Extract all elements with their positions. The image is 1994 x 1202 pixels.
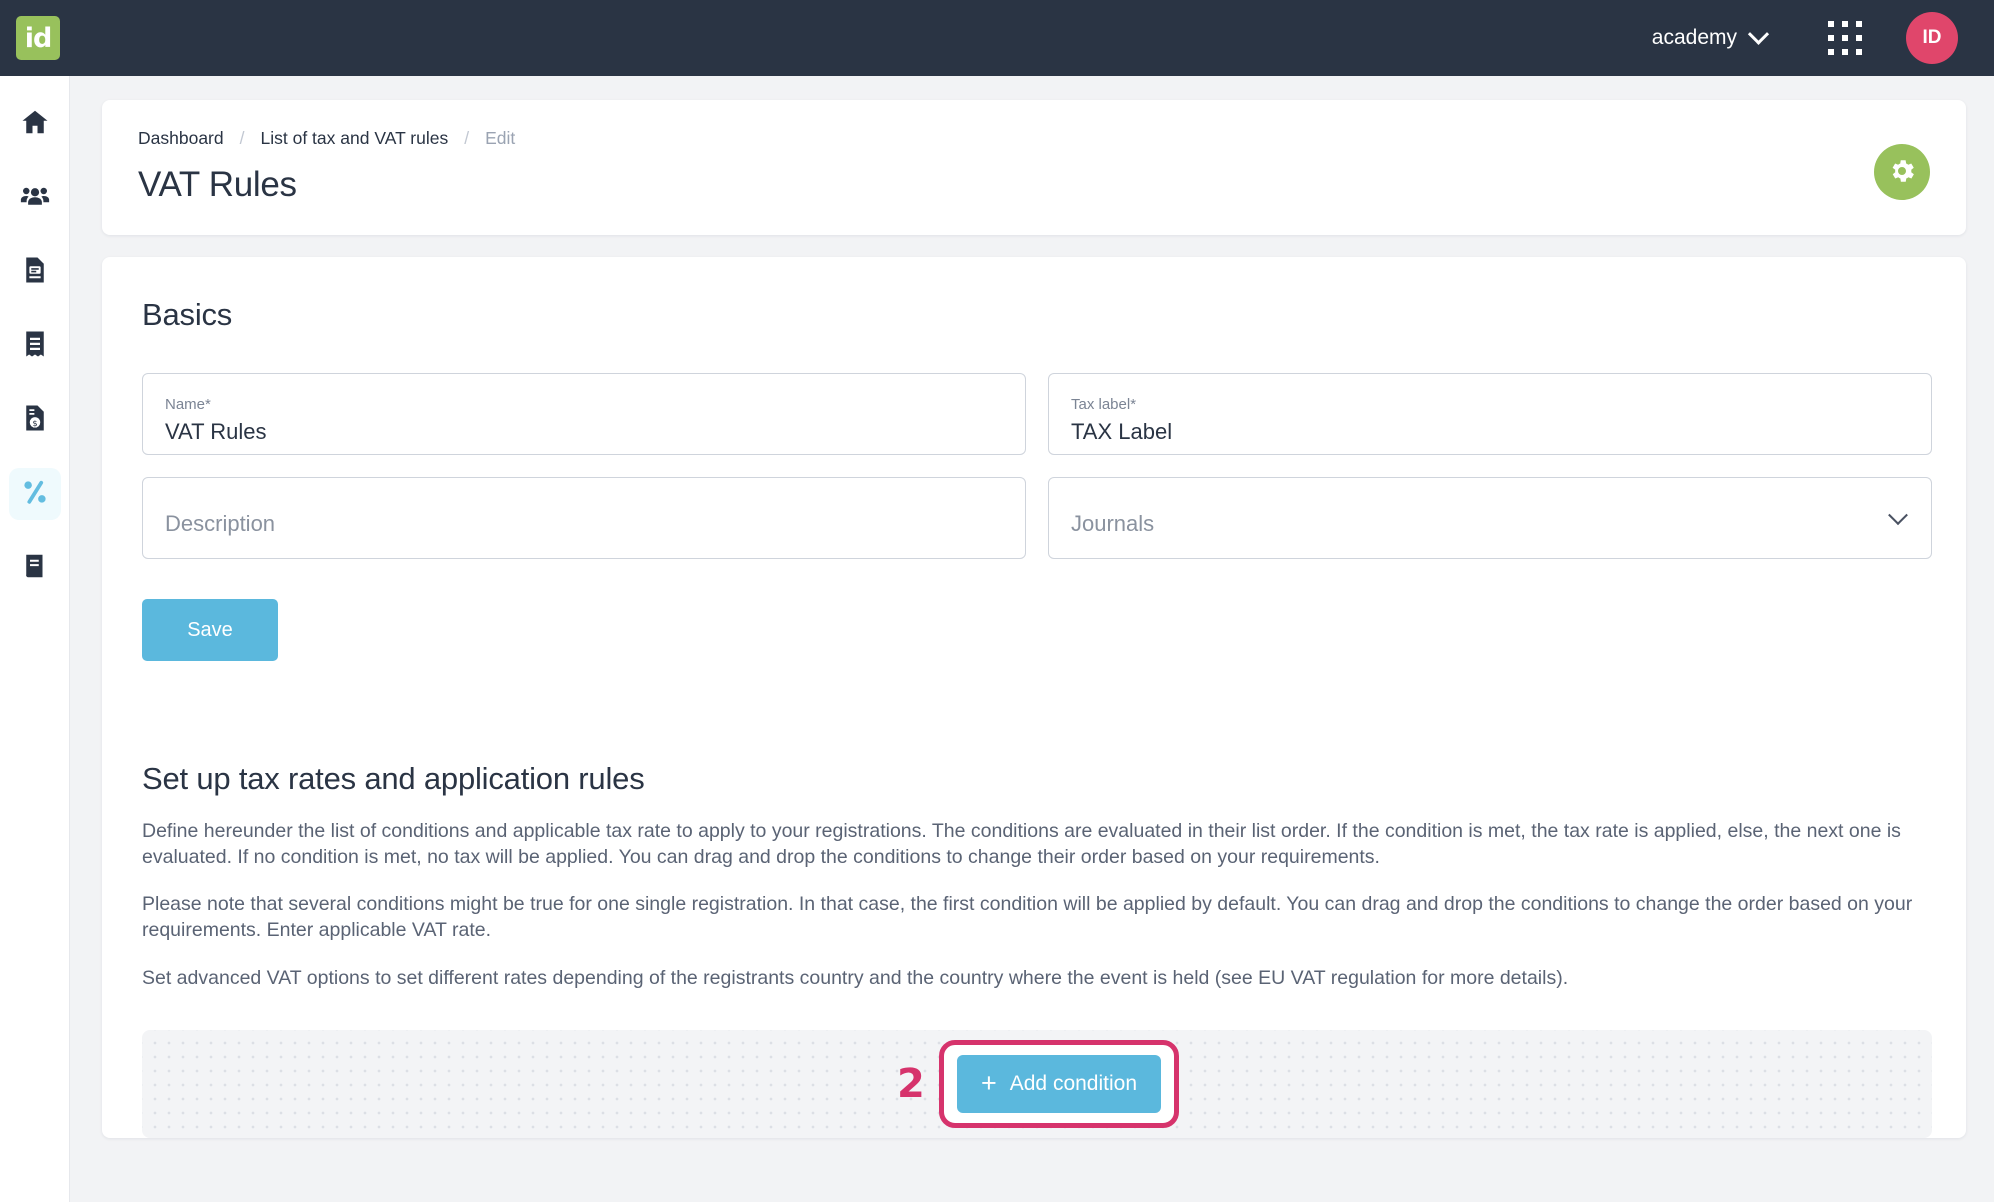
annotation-step-number: 2	[897, 1060, 925, 1107]
sidebar-item-documents[interactable]	[9, 246, 61, 298]
avatar[interactable]: ID	[1906, 12, 1958, 64]
gear-icon	[1887, 156, 1917, 189]
add-condition-button[interactable]: + Add condition	[957, 1054, 1161, 1113]
chevron-down-icon	[1747, 23, 1770, 45]
tax-rules-paragraph-3: Set advanced VAT options to set differen…	[142, 966, 1569, 989]
settings-gear-button[interactable]	[1874, 144, 1930, 200]
description-field[interactable]: Description	[142, 477, 1026, 559]
tax-label-field-label: Tax label*	[1071, 396, 1137, 414]
grid-dot	[1828, 35, 1834, 41]
conditions-dropzone[interactable]: 2 + Add condition	[142, 1029, 1932, 1138]
tax-label-field-value: TAX Label	[1071, 418, 1173, 444]
app-logo[interactable]: id	[16, 16, 60, 60]
grid-dot	[1856, 21, 1862, 27]
sidebar-item-contacts[interactable]	[9, 172, 61, 224]
percent-icon	[20, 477, 50, 512]
grid-dot	[1828, 49, 1834, 55]
breadcrumb-list-of-tax-and-vat-rules[interactable]: List of tax and VAT rules	[261, 128, 449, 149]
grid-dot	[1842, 21, 1848, 27]
breadcrumb-dashboard[interactable]: Dashboard	[138, 128, 224, 149]
users-icon	[20, 181, 50, 216]
page-content: Dashboard / List of tax and VAT rules / …	[70, 76, 1994, 1202]
page-header-card: Dashboard / List of tax and VAT rules / …	[102, 100, 1966, 235]
file-dollar-icon: $	[20, 403, 50, 438]
basics-form: Name* VAT Rules Tax label* TAX Label Des…	[142, 373, 1932, 559]
breadcrumb-separator: /	[239, 128, 245, 148]
topbar-right-group: academy ID	[1642, 12, 1994, 64]
file-invoice-icon	[20, 255, 50, 290]
grid-dot	[1842, 35, 1848, 41]
add-condition-highlight: + Add condition	[939, 1039, 1179, 1128]
grid-dot	[1828, 21, 1834, 27]
name-field[interactable]: Name* VAT Rules	[142, 373, 1026, 455]
receipt-icon	[20, 329, 50, 364]
sidebar-item-billing[interactable]: $	[9, 394, 61, 446]
grid-dot	[1842, 49, 1848, 55]
tax-rules-heading: Set up tax rates and application rules	[142, 761, 645, 796]
tax-rules-paragraph-1: Define hereunder the list of conditions …	[142, 820, 1901, 868]
add-condition-button-label: Add condition	[1009, 1071, 1138, 1095]
description-field-placeholder: Description	[165, 510, 276, 536]
journals-select[interactable]: Journals	[1048, 477, 1932, 559]
sidebar-item-tax-rules[interactable]	[8, 468, 61, 520]
apps-grid-icon[interactable]	[1828, 21, 1862, 55]
basics-heading: Basics	[142, 297, 233, 332]
home-icon	[20, 107, 50, 142]
book-icon	[20, 551, 50, 586]
tax-rules-paragraph-2: Please note that several conditions migh…	[142, 893, 1913, 942]
sidebar-navigation: $	[0, 76, 70, 1202]
sidebar-item-invoices[interactable]	[9, 320, 61, 372]
page-title: VAT Rules	[138, 165, 297, 204]
sidebar-item-dashboard[interactable]	[9, 98, 61, 150]
svg-text:$: $	[32, 417, 37, 427]
breadcrumb-current: Edit	[485, 128, 516, 148]
name-field-value: VAT Rules	[165, 418, 267, 444]
name-field-label: Name*	[165, 396, 211, 414]
grid-dot	[1856, 49, 1862, 55]
tax-rules-section: Set up tax rates and application rules D…	[142, 761, 1932, 1138]
form-card: Basics Name* VAT Rules Tax label* TAX La…	[102, 257, 1966, 1138]
save-button[interactable]: Save	[142, 599, 278, 661]
top-navigation-bar: id academy ID	[0, 0, 1994, 76]
tax-label-field[interactable]: Tax label* TAX Label	[1048, 373, 1932, 455]
breadcrumb-separator: /	[464, 128, 470, 148]
journals-select-placeholder: Journals	[1071, 510, 1155, 536]
organization-switcher[interactable]: academy	[1642, 18, 1776, 58]
sidebar-item-ledger[interactable]	[9, 542, 61, 594]
plus-icon: +	[980, 1068, 997, 1099]
breadcrumb: Dashboard / List of tax and VAT rules / …	[138, 128, 1930, 149]
organization-name: academy	[1651, 26, 1737, 49]
grid-dot	[1856, 35, 1862, 41]
